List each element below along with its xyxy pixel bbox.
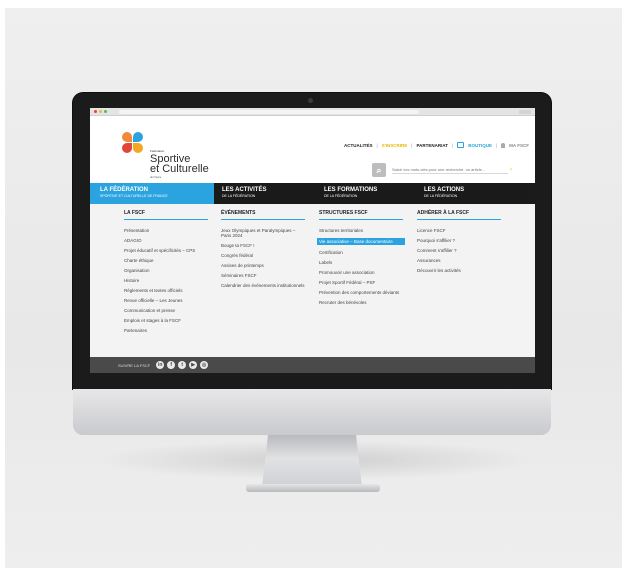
menu-link[interactable]: ADAGIO — [124, 238, 208, 243]
nav-sinscrire[interactable]: S'INSCRIRE — [382, 143, 408, 148]
search-area: ⌕ › — [372, 163, 512, 177]
maximize-dot[interactable] — [104, 110, 107, 113]
search-icon[interactable]: ⌕ — [372, 163, 386, 177]
menu-link[interactable]: Assises de printemps — [221, 263, 305, 268]
address-bar[interactable] — [119, 109, 419, 114]
menu-link[interactable]: Prévention des comportements déviants — [319, 290, 403, 295]
column-heading: ÉVÉNEMENTS — [221, 210, 305, 220]
menu-column-adherer: ADHÉRER À LA FSCF Licence FSCF Pourquoi … — [417, 210, 501, 278]
main-nav-subtitle: SPORTIVE ET CULTURELLE DE FRANCE — [100, 194, 168, 198]
nav-boutique[interactable]: BOUTIQUE — [468, 143, 492, 148]
menu-link[interactable]: Découvrir les activités — [417, 268, 501, 273]
menu-link[interactable]: Séminaires FSCF — [221, 273, 305, 278]
menu-link[interactable]: Revue officielle – Les Jeunes — [124, 298, 208, 303]
main-nav-activites[interactable]: LES ACTIVITÉS DE LA FÉDÉRATION — [214, 183, 310, 204]
menu-link[interactable]: Comment s'affilier ? — [417, 248, 501, 253]
site-header: Fédération Sportive et Culturelle de Fra… — [90, 116, 535, 182]
menu-link[interactable]: Charte éthique — [124, 258, 208, 263]
nav-separator: | — [376, 142, 378, 148]
column-heading: ADHÉRER À LA FSCF — [417, 210, 501, 220]
menu-link[interactable]: Emplois et stages à la FSCF — [124, 318, 208, 323]
nav-separator: | — [411, 142, 413, 148]
column-heading: STRUCTURES FSCF — [319, 210, 403, 220]
main-nav-actions[interactable]: LES ACTIONS DE LA FÉDÉRATION — [408, 183, 535, 204]
main-nav-subtitle: DE LA FÉDÉRATION — [222, 194, 256, 198]
main-nav-subtitle: DE LA FÉDÉRATION — [424, 194, 458, 198]
main-nav-subtitle: DE LA FÉDÉRATION — [324, 194, 358, 198]
monitor-base — [246, 484, 380, 492]
twitter-icon[interactable]: t — [178, 361, 187, 369]
close-dot[interactable] — [94, 110, 97, 113]
menu-link[interactable]: Bouge ta FSCF ! — [221, 243, 305, 248]
menu-link[interactable]: Présentation — [124, 228, 208, 233]
main-nav-title: LES FORMATIONS — [324, 187, 378, 193]
menu-link[interactable]: Communication et presse — [124, 308, 208, 313]
logo-orange-shape — [122, 132, 132, 142]
main-nav-title: LES ACTIONS — [424, 187, 465, 193]
follow-label: SUIVRE LA FSCF — [118, 362, 151, 368]
user-icon — [501, 142, 506, 148]
brand-line2: et Culturelle — [150, 163, 209, 175]
main-nav-title: LA FÉDÉRATION — [100, 187, 148, 193]
fscf-logo[interactable] — [122, 132, 144, 174]
menu-link[interactable]: Recruter des bénévoles — [319, 300, 403, 305]
instagram-icon[interactable]: ◎ — [200, 361, 209, 369]
menu-link[interactable]: Partenaires — [124, 328, 208, 333]
logo-yellow-shape — [133, 143, 143, 153]
browser-chrome — [90, 108, 535, 116]
arrow-right-icon[interactable]: › — [510, 167, 512, 173]
logo-blue-shape — [133, 132, 143, 142]
menu-link[interactable]: Histoire — [124, 278, 208, 283]
main-nav-formations[interactable]: LES FORMATIONS DE LA FÉDÉRATION — [310, 183, 408, 204]
menu-link[interactable]: Structures territoriales — [319, 228, 403, 233]
mega-menu: LA FSCF Présentation ADAGIO Projet éduca… — [90, 204, 535, 357]
nav-separator: | — [452, 142, 454, 148]
main-nav-federation[interactable]: LA FÉDÉRATION SPORTIVE ET CULTURELLE DE … — [90, 183, 214, 204]
browser-screen: Fédération Sportive et Culturelle de Fra… — [90, 108, 535, 373]
menu-link[interactable]: Assurances — [417, 258, 501, 263]
menu-link[interactable]: Calendrier des événements institutionnel… — [221, 283, 305, 288]
menu-link[interactable]: Pourquoi s'affilier ? — [417, 238, 501, 243]
main-nav: LA FÉDÉRATION SPORTIVE ET CULTURELLE DE … — [90, 183, 535, 204]
main-nav-title: LES ACTIVITÉS — [222, 187, 267, 193]
footer-bar: SUIVRE LA FSCF in f t ▶ ◎ — [90, 357, 535, 373]
menu-link-selected[interactable]: Vie associative – Base documentaire — [317, 238, 405, 245]
menu-link[interactable]: Promouvoir une association — [319, 270, 403, 275]
shopping-bag-icon — [457, 142, 465, 148]
top-nav: ACTUALITÉS | S'INSCRIRE | PARTENARIAT | … — [344, 142, 529, 148]
menu-column-fscf: LA FSCF Présentation ADAGIO Projet éduca… — [124, 210, 208, 338]
menu-link[interactable]: Congrès fédéral — [221, 253, 305, 258]
menu-link[interactable]: Organisation — [124, 268, 208, 273]
camera-dot — [308, 98, 313, 103]
menu-column-structures: STRUCTURES FSCF Structures territoriales… — [317, 210, 405, 310]
monitor-chin — [73, 389, 551, 435]
column-heading: LA FSCF — [124, 210, 208, 220]
menu-link[interactable]: Jeux Olympiques et Paralympiques – Paris… — [221, 228, 305, 238]
nav-partenariat[interactable]: PARTENARIAT — [416, 143, 448, 148]
nav-actualites[interactable]: ACTUALITÉS — [344, 143, 373, 148]
menu-link[interactable]: Projet éducatif et spécificités – CPS — [124, 248, 208, 253]
youtube-icon[interactable]: ▶ — [189, 361, 198, 369]
linkedin-icon[interactable]: in — [156, 361, 165, 369]
facebook-icon[interactable]: f — [167, 361, 176, 369]
menu-link[interactable]: Labels — [319, 260, 403, 265]
window-controls[interactable] — [519, 109, 531, 114]
menu-link[interactable]: Certification — [319, 250, 403, 255]
menu-column-evenements: ÉVÉNEMENTS Jeux Olympiques et Paralympiq… — [221, 210, 305, 293]
menu-link[interactable]: Licence FSCF — [417, 228, 501, 233]
menu-link[interactable]: Règlements et textes officiels — [124, 288, 208, 293]
logo-red-shape — [122, 143, 132, 153]
monitor-stand — [262, 435, 362, 487]
search-input[interactable] — [392, 166, 508, 174]
nav-ma-fscf[interactable]: MA FSCF — [509, 143, 529, 148]
brand-foot: de France — [150, 176, 162, 179]
menu-link[interactable]: Projet Sportif Fédéral – PSF — [319, 280, 403, 285]
nav-separator: | — [495, 142, 498, 148]
minimize-dot[interactable] — [99, 110, 102, 113]
